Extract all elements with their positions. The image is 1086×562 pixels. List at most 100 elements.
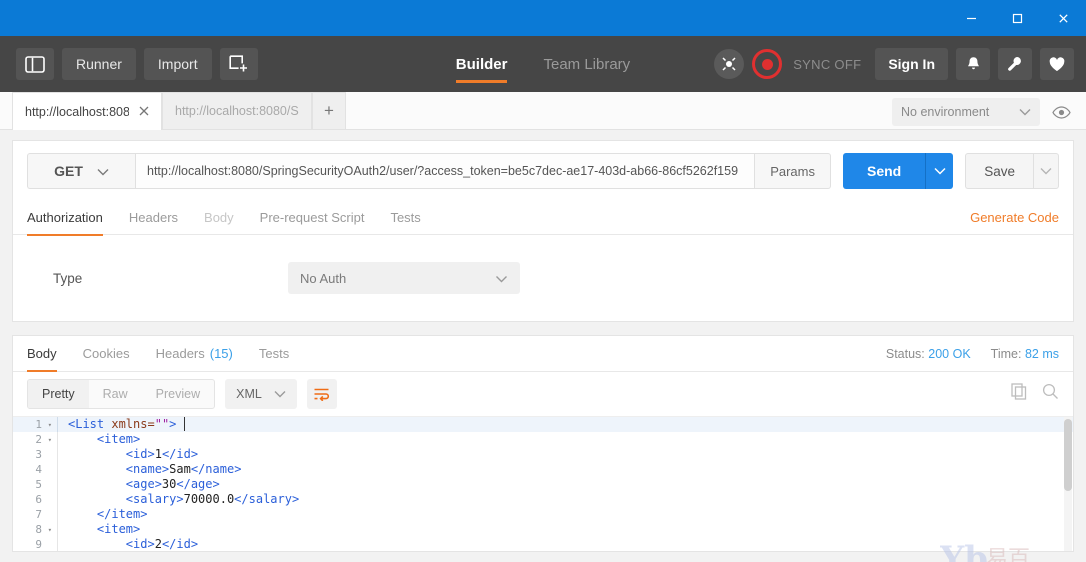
params-button[interactable]: Params xyxy=(755,153,831,189)
response-tab-cookies-label: Cookies xyxy=(82,346,130,361)
view-mode-raw-label: Raw xyxy=(102,387,128,401)
editor-scrollbar-thumb[interactable] xyxy=(1064,419,1072,491)
sign-in-label: Sign In xyxy=(888,56,935,72)
window-close-button[interactable] xyxy=(1040,0,1086,36)
line-number: 2 ▾ xyxy=(35,433,52,446)
response-body-code: 1 ▾ <List xmlns=""> 2 ▾ <item> 3 <id>1</id> 4… xyxy=(13,417,1073,551)
format-value: XML xyxy=(236,387,262,401)
tab-headers[interactable]: Headers xyxy=(129,201,178,235)
code-line: 5 <age>30</age> xyxy=(13,477,1073,492)
code-text: <name>Sam</name> xyxy=(57,462,241,477)
line-number: 4 xyxy=(13,462,57,477)
nav-tab-team-library-label: Team Library xyxy=(543,55,631,73)
status-key: Status: xyxy=(885,346,925,361)
code-text: <age>30</age> xyxy=(57,477,220,492)
tab-pre-request-script-label: Pre-request Script xyxy=(259,210,365,225)
environment-value: No environment xyxy=(901,105,990,119)
word-wrap-icon[interactable] xyxy=(306,379,337,409)
generate-code-link[interactable]: Generate Code xyxy=(970,210,1059,225)
status-badge: Status: 200 OK xyxy=(886,347,971,361)
fold-toggle-icon[interactable]: ▾ xyxy=(45,526,52,534)
tab-authorization-label: Authorization xyxy=(27,210,103,225)
response-tab-tests-label: Tests xyxy=(258,346,290,361)
chevron-down-icon xyxy=(97,163,109,179)
line-number: 3 xyxy=(13,447,57,462)
request-tab-0[interactable]: http://localhost:808 xyxy=(12,92,162,130)
response-tab-tests[interactable]: Tests xyxy=(259,337,289,371)
new-request-tab-label: + xyxy=(324,101,334,120)
url-input[interactable]: http://localhost:8080/SpringSecurityOAut… xyxy=(135,153,756,189)
tab-headers-label: Headers xyxy=(128,210,179,225)
code-text: </item> xyxy=(57,507,147,522)
code-text: <item> xyxy=(57,522,140,537)
time-key: Time: xyxy=(990,346,1022,361)
tab-tests[interactable]: Tests xyxy=(390,201,420,235)
request-tab-1-label: http://localhost:8080/Spri xyxy=(175,104,299,118)
line-number: 6 xyxy=(13,492,57,507)
heart-icon[interactable] xyxy=(1040,48,1074,80)
import-button[interactable]: Import xyxy=(143,48,212,80)
send-button[interactable]: Send xyxy=(842,153,926,189)
request-tab-1[interactable]: http://localhost:8080/Spri xyxy=(162,92,312,129)
app-header: Runner Import Builder Team Library SYNC … xyxy=(0,36,1086,92)
response-tab-body[interactable]: Body xyxy=(27,337,57,372)
nav-tab-team-library[interactable]: Team Library xyxy=(543,36,630,92)
environment-select[interactable]: No environment xyxy=(892,98,1040,126)
search-icon[interactable] xyxy=(1042,383,1059,405)
response-tab-cookies[interactable]: Cookies xyxy=(83,337,130,371)
save-button[interactable]: Save xyxy=(965,153,1033,189)
send-button-group: Send xyxy=(842,153,954,189)
view-mode-pretty[interactable]: Pretty xyxy=(28,380,89,408)
bell-icon[interactable] xyxy=(956,48,990,80)
status-value: 200 OK xyxy=(928,346,971,361)
response-tab-headers[interactable]: Headers (15) xyxy=(156,337,233,371)
save-options-button[interactable] xyxy=(1033,153,1059,189)
request-section-tabs: Authorization Headers Body Pre-request S… xyxy=(13,201,1073,236)
tab-body-label: Body xyxy=(204,210,234,225)
response-card: Body Cookies Headers (15) Tests Status: … xyxy=(12,335,1074,552)
window-maximize-button[interactable] xyxy=(994,0,1040,36)
auth-type-select[interactable]: No Auth xyxy=(288,262,520,294)
code-text: <List xmlns=""> xyxy=(57,417,185,432)
sign-in-button[interactable]: Sign In xyxy=(875,48,948,80)
response-headers-count: (15) xyxy=(209,346,233,361)
tab-body[interactable]: Body xyxy=(204,201,234,235)
response-tools xyxy=(1011,383,1059,405)
nav-tab-builder[interactable]: Builder xyxy=(455,36,507,92)
tab-authorization[interactable]: Authorization xyxy=(27,201,103,236)
satellite-icon[interactable] xyxy=(714,49,745,79)
fold-toggle-icon[interactable]: ▾ xyxy=(45,436,52,444)
new-request-tab-button[interactable]: + xyxy=(312,92,346,129)
method-select[interactable]: GET xyxy=(27,153,135,189)
response-tab-headers-label: Headers xyxy=(155,346,205,361)
new-window-button[interactable] xyxy=(219,48,258,80)
line-number: 1 ▾ xyxy=(35,418,52,431)
code-text: <id>1</id> xyxy=(57,447,198,462)
copy-icon[interactable] xyxy=(1011,383,1028,405)
runner-button[interactable]: Runner xyxy=(62,48,136,80)
request-card: GET http://localhost:8080/SpringSecurity… xyxy=(12,140,1074,322)
eye-icon[interactable] xyxy=(1048,99,1074,125)
code-line: 6 <salary>70000.0</salary> xyxy=(13,492,1073,507)
view-mode-preview[interactable]: Preview xyxy=(142,380,214,408)
format-select[interactable]: XML xyxy=(225,379,297,409)
line-number: 8 ▾ xyxy=(35,523,52,536)
sync-icon[interactable] xyxy=(752,49,783,79)
tab-pre-request-script[interactable]: Pre-request Script xyxy=(260,201,365,235)
response-body-editor[interactable]: 1 ▾ <List xmlns=""> 2 ▾ <item> 3 <id>1</id> 4… xyxy=(13,416,1073,551)
time-badge: Time: 82 ms xyxy=(991,347,1059,361)
code-line: 2 ▾ <item> xyxy=(13,432,1073,447)
send-options-button[interactable] xyxy=(925,153,954,189)
sidebar-toggle-button[interactable] xyxy=(16,48,54,80)
window-minimize-button[interactable] xyxy=(948,0,994,36)
wrench-icon[interactable] xyxy=(998,48,1032,80)
close-icon[interactable] xyxy=(139,104,149,119)
fold-toggle-icon[interactable]: ▾ xyxy=(45,421,52,429)
postman-window: Runner Import Builder Team Library SYNC … xyxy=(0,0,1086,562)
save-button-group: Save xyxy=(965,153,1059,189)
view-mode-raw[interactable]: Raw xyxy=(89,380,142,408)
code-line: 8 ▾ <item> xyxy=(13,522,1073,537)
